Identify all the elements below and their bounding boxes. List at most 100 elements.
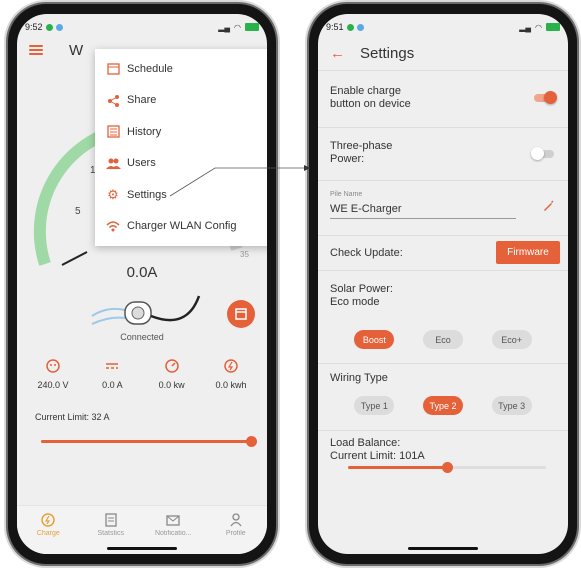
three-phase-row: Three-phase Power: [318, 128, 568, 181]
menu-item-label: Settings [127, 188, 167, 201]
wifi-icon [105, 218, 121, 234]
back-arrow-icon[interactable]: ← [330, 45, 345, 62]
calendar-icon [105, 61, 121, 77]
row-label-line: Enable charge [330, 85, 401, 97]
current-icon [84, 358, 140, 374]
row-label: Enable charge button on device [330, 85, 411, 111]
menu-item-users[interactable]: Users [95, 148, 267, 180]
status-bar: 9:51 ▂▄ ◠ [326, 20, 560, 34]
nav-profile[interactable]: Profile [211, 506, 261, 554]
status-dot [45, 23, 53, 31]
stat-value: 0.0 kwh [215, 380, 247, 390]
row-label: Load Balance: Current Limit: 101A [330, 437, 425, 463]
profile-icon [211, 513, 261, 527]
option-type-3[interactable]: Type 3 [491, 396, 532, 415]
stat-value: 240.0 V [37, 380, 69, 390]
left-phone: 9:52 ▂▄ ◠ W 5 10 35 0.0A [8, 4, 276, 564]
mail-icon [148, 513, 198, 527]
menu-item-settings[interactable]: ⚙ Settings [95, 179, 267, 211]
load-balance-slider[interactable] [348, 462, 546, 473]
option-type-1[interactable]: Type 1 [354, 396, 395, 415]
home-indicator [107, 547, 177, 550]
row-label-line: Power: [330, 153, 365, 165]
slider-fill [41, 440, 251, 443]
nav-charge[interactable]: Charge [23, 506, 73, 554]
pile-name-field[interactable]: WE E-Charger [330, 203, 516, 219]
app-title: W [69, 42, 84, 59]
dropdown-menu: Schedule Share History Users ⚙ Settings … [95, 49, 267, 246]
slider-thumb[interactable] [441, 462, 453, 473]
connection-status: Connected [120, 332, 164, 342]
stat-voltage: 240.0 V [25, 358, 81, 390]
menu-item-history[interactable]: History [95, 116, 267, 148]
three-phase-toggle[interactable] [531, 147, 554, 160]
wiring-type-row: Wiring Type Type 1 Type 2 Type 3 [318, 364, 568, 431]
share-icon [105, 92, 121, 108]
option-boost[interactable]: Boost [354, 330, 395, 349]
enable-charge-button-row: Enable charge button on device [318, 71, 568, 128]
right-phone: 9:51 ▂▄ ◠ ← Settings Enable charge butto… [309, 4, 577, 564]
wiring-type-label: Wiring Type [330, 372, 388, 384]
statistics-icon [86, 513, 136, 527]
status-dot [356, 23, 364, 31]
gear-icon: ⚙ [107, 186, 119, 202]
voltage-icon [25, 358, 81, 374]
check-update-row: Check Update: Firmware [318, 236, 568, 271]
signal-icon: ▂▄ [519, 22, 532, 32]
menu-item-share[interactable]: Share [95, 85, 267, 117]
charge-icon [23, 513, 73, 527]
check-update-label: Check Update: [330, 247, 403, 259]
slider-thumb[interactable] [245, 436, 257, 447]
right-screen: 9:51 ▂▄ ◠ ← Settings Enable charge butto… [318, 14, 568, 554]
page-title: Settings [360, 45, 415, 62]
slider-fill [348, 466, 447, 469]
schedule-fab-button[interactable] [227, 300, 255, 328]
firmware-button[interactable]: Firmware [496, 241, 560, 264]
current-limit-slider[interactable] [41, 436, 257, 447]
option-type-2[interactable]: Type 2 [422, 396, 463, 415]
current-limit-label: Current Limit: 32 A [35, 412, 110, 422]
pile-name-label: Pile Name [330, 191, 363, 198]
current-value: 0.0A [126, 264, 158, 281]
app-bar: ← Settings [318, 36, 568, 71]
menu-item-wlan-config[interactable]: Charger WLAN Config [95, 211, 267, 243]
option-eco-plus[interactable]: Eco+ [491, 330, 532, 349]
status-icons: ▂▄ ◠ [519, 23, 560, 32]
solar-power-row: Solar Power: Eco mode Boost Eco Eco+ [318, 271, 568, 364]
enable-charge-button-toggle[interactable] [534, 91, 557, 104]
pile-name-row: Pile Name WE E-Charger [318, 181, 568, 236]
menu-item-label: Share [127, 94, 157, 107]
status-dot [55, 23, 63, 31]
battery-icon [546, 23, 560, 31]
toggle-knob [531, 147, 544, 160]
left-screen: 9:52 ▂▄ ◠ W 5 10 35 0.0A [17, 14, 267, 554]
stat-value: 0.0 kw [158, 380, 185, 390]
status-time: 9:52 [25, 22, 43, 32]
status-icons: ▂▄ ◠ [218, 23, 259, 32]
pencil-icon[interactable] [542, 199, 554, 217]
gauge-max: 35 [240, 250, 249, 259]
load-balance-row: Load Balance: Current Limit: 101A [318, 431, 568, 493]
menu-icon[interactable] [29, 45, 43, 55]
calendar-add-icon [235, 308, 247, 320]
solar-mode-options: Boost Eco Eco+ [318, 330, 568, 349]
option-eco[interactable]: Eco [422, 330, 463, 349]
menu-item-label: Schedule [127, 62, 173, 75]
status-bar: 9:52 ▂▄ ◠ [25, 20, 259, 34]
row-label-line: Current Limit: 101A [330, 450, 425, 462]
signal-icon: ▂▄ [218, 22, 231, 32]
stat-value: 0.0 A [102, 380, 123, 390]
power-icon [144, 358, 200, 374]
nav-label: Notificatio... [154, 530, 192, 537]
nav-label: Profile [225, 530, 246, 537]
home-indicator [408, 547, 478, 550]
status-time: 9:51 [326, 22, 344, 32]
menu-item-schedule[interactable]: Schedule [95, 53, 267, 85]
users-icon [105, 155, 121, 171]
battery-icon [245, 23, 259, 31]
stat-power: 0.0 kw [144, 358, 200, 390]
row-label-line: button on device [330, 98, 411, 110]
row-label: Three-phase Power: [330, 140, 392, 166]
row-label-line: Three-phase [330, 140, 393, 152]
toggle-knob [544, 91, 557, 104]
